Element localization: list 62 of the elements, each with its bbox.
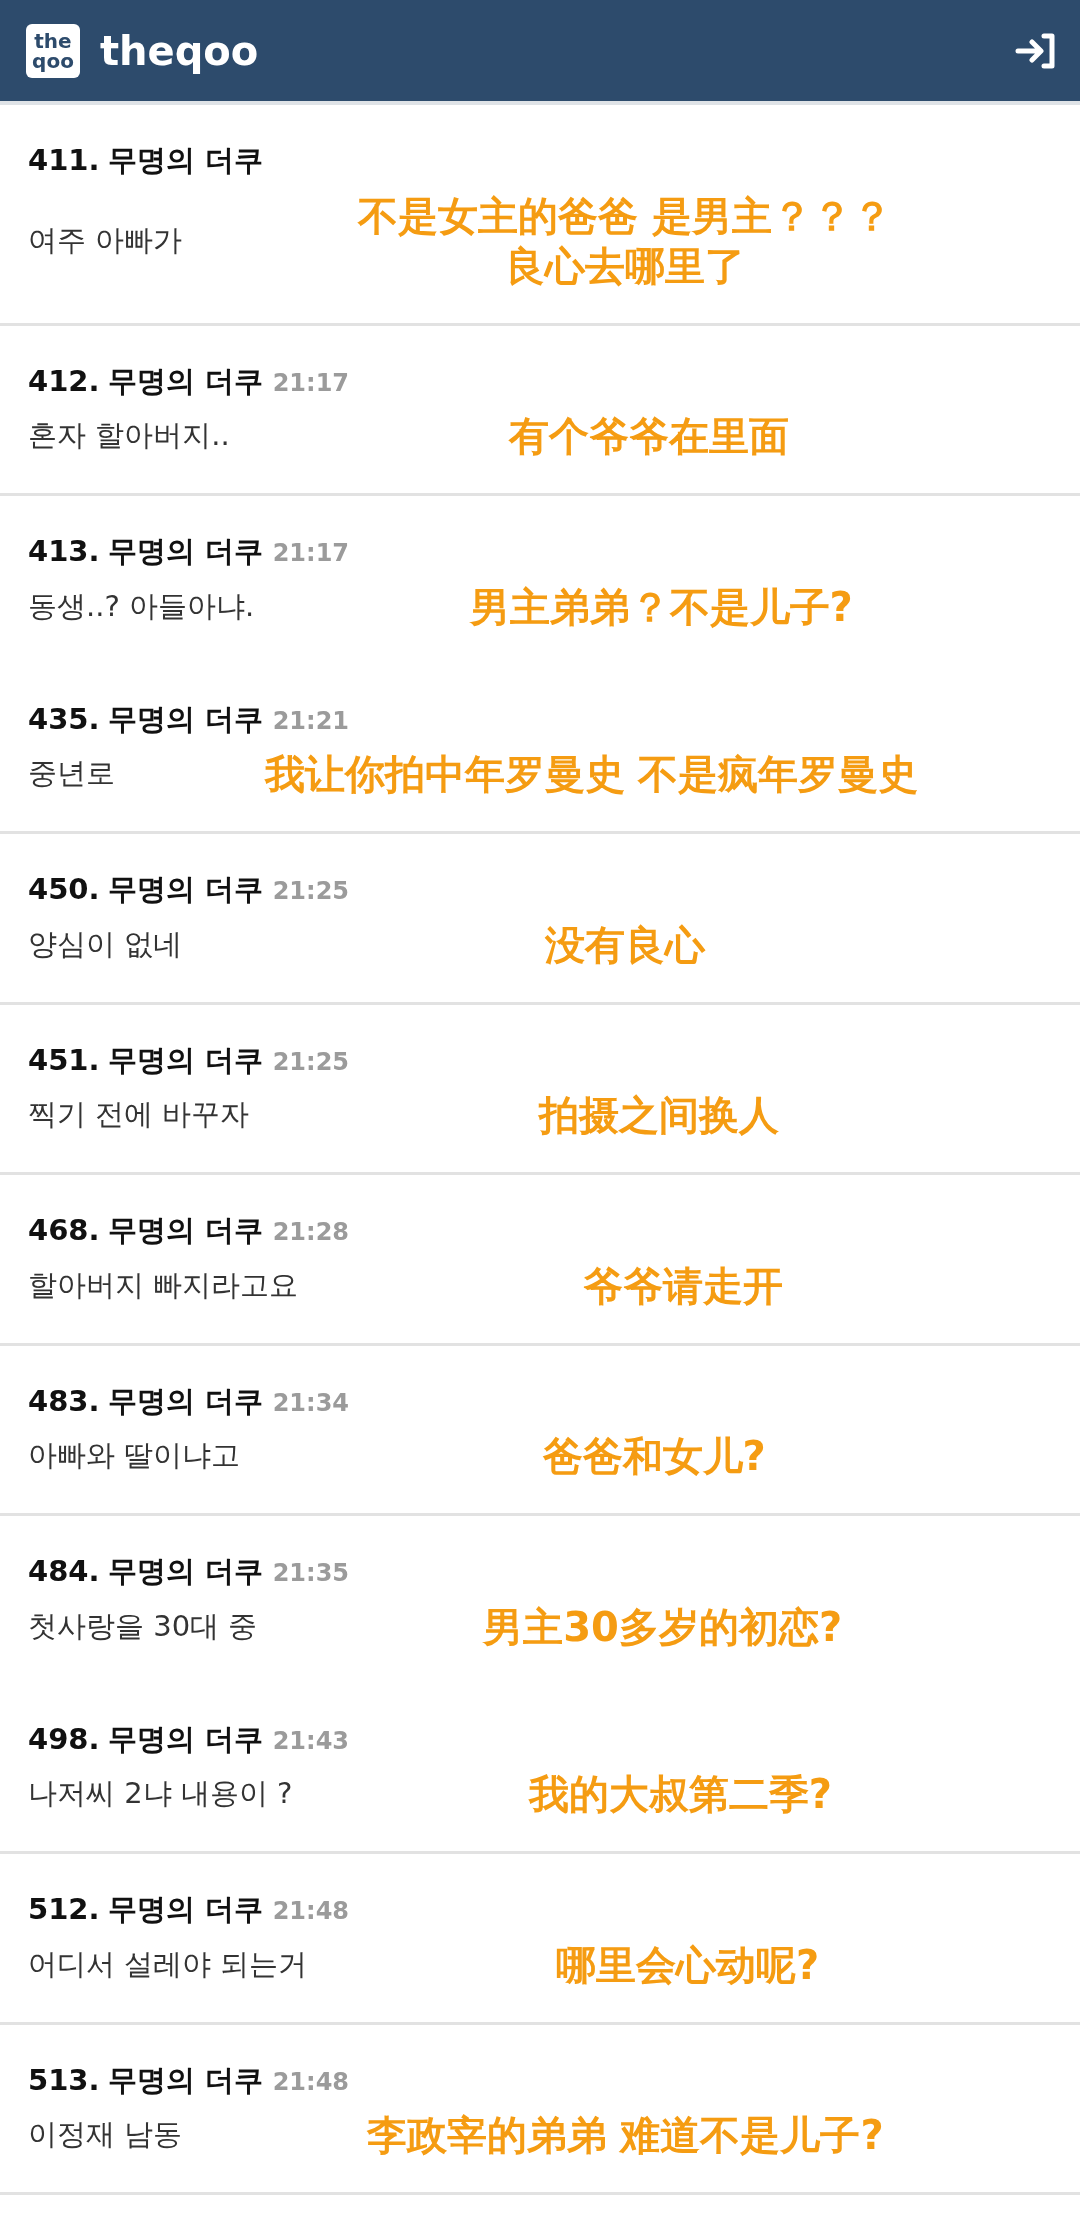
translation-caption: 有个爷爷在里面 xyxy=(508,412,789,461)
translation-caption: 哪里会心动呢? xyxy=(556,1940,820,1990)
comment-number: 484. xyxy=(28,1553,100,1590)
comment-time: 21:28 xyxy=(272,1217,350,1248)
comment-text: 찍기 전에 바꾸자 xyxy=(28,1096,250,1134)
comment-number: 411. xyxy=(28,142,100,179)
comment-number: 450. xyxy=(28,871,100,908)
translation-caption: 爸爸和女儿? xyxy=(542,1432,766,1481)
comment-number: 513. xyxy=(28,2061,100,2099)
author-name: 무명의 더쿠 xyxy=(107,1553,263,1590)
translation-caption: 男主30多岁的初恋? xyxy=(483,1602,843,1652)
comment-number: 512. xyxy=(28,1891,100,1928)
comment-time: 21:25 xyxy=(272,1046,350,1078)
comment-time: 21:21 xyxy=(272,705,350,737)
brand-name: theqoo xyxy=(100,26,259,76)
comment-number: 413. xyxy=(28,533,100,570)
comment-time: 21:17 xyxy=(272,367,350,399)
translation-caption: 不是女主的爸爸 是男主？？？ xyxy=(358,191,893,241)
comment-text: 첫사랑을 30대 중 xyxy=(28,1607,258,1645)
comment-time: 21:25 xyxy=(272,876,350,907)
comment-text: 여주 아빠가 xyxy=(28,221,183,259)
comment-time: 21:17 xyxy=(272,538,350,569)
author-name: 무명의 더쿠 xyxy=(107,533,263,570)
translation-caption: 拍摄之间换人 xyxy=(538,1091,779,1140)
comment-text: 아빠와 딸이냐고 xyxy=(28,1437,241,1475)
comment-text: 어디서 설레야 되는거 xyxy=(28,1945,308,1983)
comment-number: 468. xyxy=(28,1212,100,1249)
author-name: 무명의 더쿠 xyxy=(107,1212,263,1249)
translation-caption: 爷爷请走开 xyxy=(583,1261,784,1311)
translation-caption: 男主弟弟？不是儿子? xyxy=(469,582,853,632)
comment-number: 451. xyxy=(28,1041,100,1079)
author-name: 무명의 더쿠 xyxy=(107,142,263,179)
comment-number: 412. xyxy=(28,362,100,400)
author-name: 무명의 더쿠 xyxy=(107,1382,263,1420)
translation-caption: 我的大叔第二季? xyxy=(528,1770,832,1819)
comment-number: 498. xyxy=(28,1720,100,1758)
comment-time: 21:48 xyxy=(272,1896,350,1927)
comment-text: 나저씨 2냐 내용이 ? xyxy=(28,1775,293,1813)
author-name: 무명의 더쿠 xyxy=(107,871,263,908)
translation-caption: 李政宰的弟弟 难道不是儿子? xyxy=(366,2111,884,2160)
comment-text: 동생..? 아들아냐. xyxy=(28,587,255,625)
translation-caption: 我让你拍中年罗曼史 不是疯年罗曼史 xyxy=(264,750,919,799)
author-name: 무명의 더쿠 xyxy=(107,362,263,400)
author-name: 무명의 더쿠 xyxy=(107,2061,263,2099)
comment-text: 이정재 남동 xyxy=(28,2116,183,2154)
comment-time: 21:34 xyxy=(272,1387,350,1419)
comment-number: 483. xyxy=(28,1382,100,1420)
author-name: 무명의 더쿠 xyxy=(107,1720,263,1758)
author-name: 무명의 더쿠 xyxy=(107,1891,263,1928)
comment-number: 435. xyxy=(28,700,100,738)
author-name: 무명의 더쿠 xyxy=(107,700,263,738)
comment-text: 할아버지 빠지라고요 xyxy=(28,1266,299,1304)
comment-text: 중년로 xyxy=(28,755,115,793)
comment-time: 21:43 xyxy=(272,1725,350,1757)
logo[interactable]: the qoo xyxy=(26,23,80,78)
comment-time: 21:48 xyxy=(272,2066,350,2098)
comment-text: 양심이 없네 xyxy=(28,925,183,963)
comment-time: 21:35 xyxy=(272,1558,350,1589)
author-name: 무명의 더쿠 xyxy=(107,1041,263,1079)
translation-caption: 良心去哪里了 xyxy=(505,241,746,291)
comment-text: 혼자 할아버지.. xyxy=(28,417,230,455)
translation-caption: 没有良心 xyxy=(545,920,706,970)
